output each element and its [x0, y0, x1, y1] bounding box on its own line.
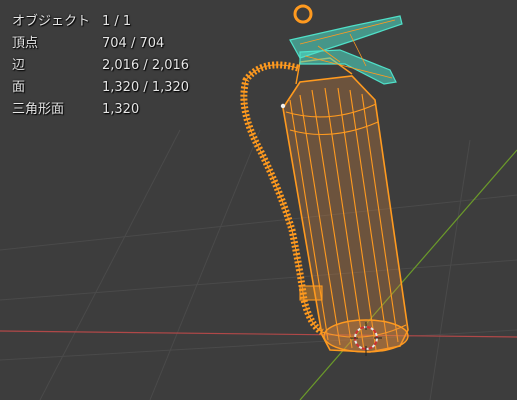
hose-clip — [299, 285, 323, 301]
grid-line — [39, 129, 181, 400]
stat-value: 704 / 704 — [102, 36, 165, 51]
stat-label: 三角形面 — [12, 102, 65, 117]
3d-viewport[interactable]: オブジェクト 1 / 1 頂点 704 / 704 辺 2,016 / 2,01… — [0, 0, 517, 400]
stat-value: 2,016 / 2,016 — [102, 58, 190, 73]
stat-value: 1,320 — [102, 102, 140, 117]
floor-grid — [0, 129, 517, 400]
grid-line — [149, 129, 261, 400]
extinguisher-wireframe — [240, 57, 409, 353]
stat-value: 1 / 1 — [102, 14, 132, 29]
extinguisher-handle — [289, 4, 403, 85]
stat-value: 1,320 / 1,320 — [102, 80, 190, 95]
stat-label: 辺 — [12, 58, 26, 73]
stat-label: オブジェクト — [12, 14, 91, 29]
viewport-scene[interactable] — [0, 0, 517, 400]
stat-label: 頂点 — [12, 36, 39, 51]
object-origin — [280, 103, 286, 109]
stat-label: 面 — [12, 80, 26, 95]
grid-line — [0, 259, 517, 301]
grid-line — [429, 139, 471, 400]
extinguisher-body — [282, 75, 409, 353]
grid-line — [0, 194, 517, 251]
